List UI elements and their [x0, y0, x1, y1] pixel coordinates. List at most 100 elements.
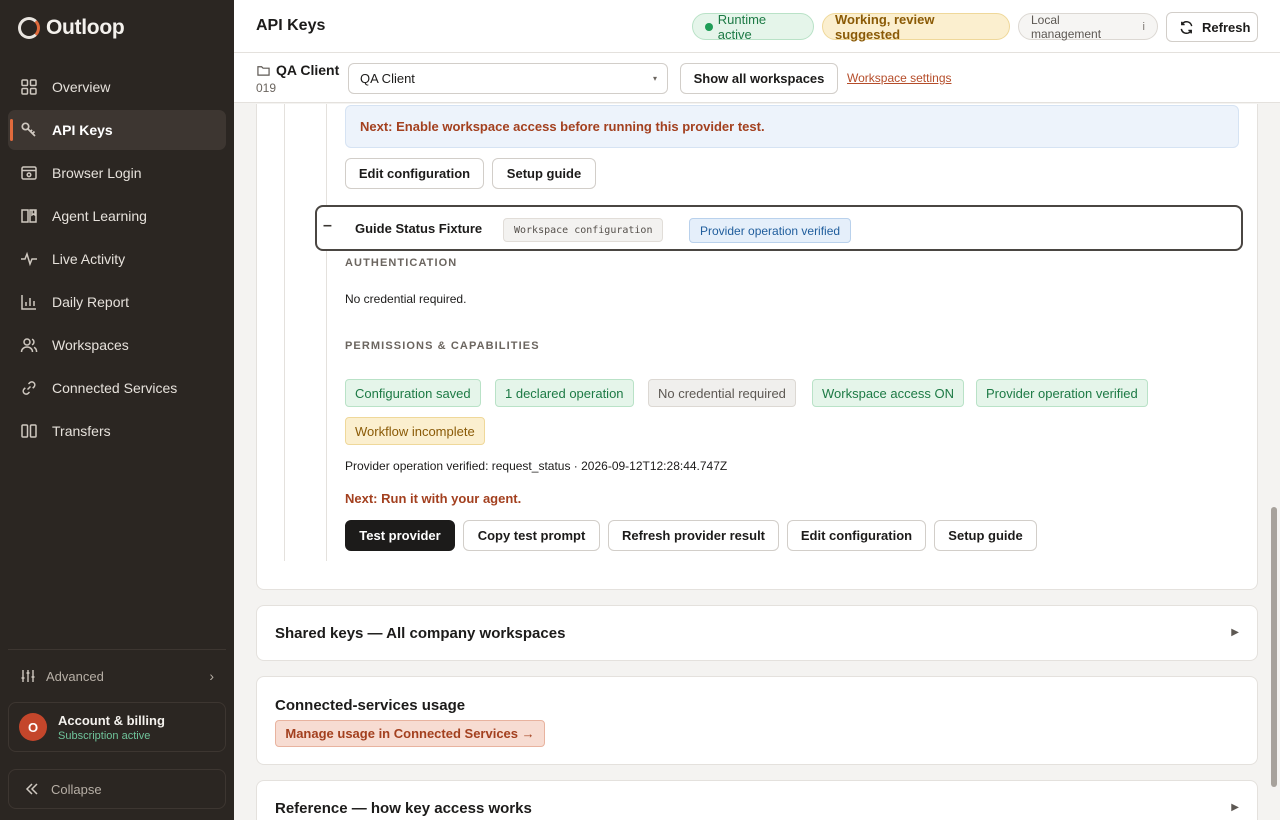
folder-icon — [257, 65, 270, 76]
tree-line — [284, 104, 285, 561]
sidebar-item-api-keys[interactable]: API Keys — [8, 110, 226, 150]
sidebar-item-transfers[interactable]: Transfers — [8, 411, 226, 451]
account-title: Account & billing — [58, 712, 165, 728]
sidebar-item-label: Transfers — [52, 423, 111, 439]
shared-keys-section[interactable]: Shared keys — All company workspaces ▶ — [256, 605, 1258, 661]
browser-icon — [20, 164, 38, 182]
sidebar-item-label: Overview — [52, 79, 111, 95]
app-logo[interactable]: Outloop — [18, 16, 125, 40]
working-status-badge[interactable]: Working, review suggested — [822, 11, 1010, 42]
next-step-text: Next: Run it with your agent. — [345, 491, 522, 506]
app-name: Outloop — [46, 16, 125, 39]
sidebar-item-overview[interactable]: Overview — [8, 67, 226, 107]
workspace-settings-link[interactable]: Workspace settings — [847, 71, 952, 85]
subscription-status: Subscription active — [58, 729, 151, 742]
users-icon — [20, 336, 38, 354]
edit-configuration-button[interactable]: Edit configuration — [787, 520, 926, 551]
sidebar-item-label: Browser Login — [52, 165, 142, 181]
book-icon — [20, 207, 38, 225]
grid-icon — [20, 78, 38, 96]
avatar: O — [19, 713, 47, 741]
verification-line: Provider operation verified: request_sta… — [345, 459, 728, 473]
sidebar-item-agent-learning[interactable]: Agent Learning — [8, 196, 226, 236]
config-source-tag: Workspace configuration — [503, 218, 664, 242]
tree-line — [326, 104, 327, 561]
sidebar-item-label: Connected Services — [52, 380, 178, 396]
usage-section: Connected-services usage Manage usage in… — [256, 676, 1258, 765]
permissions-heading: PERMISSIONS & CAPABILITIES — [345, 340, 540, 352]
setup-guide-button[interactable]: Setup guide — [934, 520, 1037, 551]
chevron-down-icon: ▾ — [652, 74, 657, 83]
authentication-text: No credential required. — [345, 292, 467, 306]
status-chip: Workspace access ON — [812, 379, 964, 407]
sidebar-item-live-activity[interactable]: Live Activity — [8, 239, 226, 279]
expand-triangle-icon: ▶ — [1231, 802, 1239, 813]
test-provider-button[interactable]: Test provider — [345, 520, 455, 551]
workspace-select-value: QA Client — [360, 71, 415, 86]
page-title: API Keys — [256, 17, 326, 34]
status-chip: Workflow incomplete — [345, 417, 485, 445]
provider-title: Guide Status Fixture — [355, 221, 483, 236]
link-icon — [20, 379, 38, 397]
edit-configuration-button[interactable]: Edit configuration — [345, 158, 484, 189]
workspace-name: QA Client — [257, 62, 339, 78]
workspace-select[interactable]: QA Client ▾ — [348, 63, 668, 94]
refresh-button[interactable]: Refresh — [1166, 12, 1258, 42]
sidebar-item-label: Daily Report — [52, 294, 130, 310]
local-management-badge[interactable]: Local management i — [1018, 12, 1158, 41]
sliders-icon — [20, 668, 36, 684]
sidebar-divider — [8, 649, 226, 650]
sidebar-item-label: Live Activity — [52, 251, 126, 267]
workspace-bar: QA Client 019 QA Client ▾ Show all works… — [234, 53, 1280, 103]
section-title: Reference — how key access works — [275, 799, 532, 817]
advanced-label: Advanced — [46, 668, 104, 684]
sidebar-nav: Overview API Keys Browser Login Agent Le… — [8, 67, 226, 454]
scrollbar-thumb[interactable] — [1271, 507, 1277, 787]
status-chip: Provider operation verified — [976, 379, 1148, 407]
top-bar: API Keys Runtime active Working, review … — [234, 0, 1280, 53]
sidebar-item-browser-login[interactable]: Browser Login — [8, 153, 226, 193]
authentication-heading: AUTHENTICATION — [345, 257, 458, 269]
manage-usage-link[interactable]: Manage usage in Connected Services → — [275, 720, 545, 747]
setup-guide-button[interactable]: Setup guide — [492, 158, 596, 189]
workspace-id: 019 — [256, 81, 277, 95]
sidebar-item-daily-report[interactable]: Daily Report — [8, 282, 226, 322]
refresh-icon — [1180, 20, 1193, 34]
show-all-workspaces-button[interactable]: Show all workspaces — [680, 63, 838, 94]
refresh-label: Refresh — [1202, 19, 1251, 35]
refresh-provider-result-button[interactable]: Refresh provider result — [608, 520, 779, 551]
provider-header[interactable]: – Guide Status Fixture Workspace configu… — [315, 205, 1243, 251]
transfer-icon — [20, 422, 38, 440]
section-title: Shared keys — All company workspaces — [275, 624, 566, 642]
chevron-right-icon: › — [209, 668, 214, 684]
verified-badge: Provider operation verified — [689, 218, 852, 243]
status-chip: No credential required — [648, 379, 796, 407]
status-chip: Configuration saved — [345, 379, 481, 407]
workspace-name-label: QA Client — [276, 62, 340, 78]
section-title: Connected-services usage — [275, 697, 466, 714]
status-dot-icon — [705, 22, 713, 31]
sidebar-item-label: Agent Learning — [52, 208, 147, 224]
status-chip: 1 declared operation — [495, 379, 634, 407]
sidebar-item-connected-services[interactable]: Connected Services — [8, 368, 226, 408]
key-icon — [20, 121, 38, 139]
advanced-toggle[interactable]: Advanced › — [8, 662, 226, 690]
collapse-label: Collapse — [51, 781, 102, 797]
info-icon: i — [1142, 20, 1145, 33]
account-billing[interactable]: O Account & billing Subscription active — [8, 702, 226, 752]
runtime-status-label: Runtime active — [717, 11, 767, 42]
sidebar-item-label: Workspaces — [52, 337, 129, 353]
runtime-status-badge: Runtime active — [692, 11, 814, 42]
sidebar-item-label: API Keys — [52, 122, 113, 138]
logo-icon — [18, 17, 40, 39]
local-management-label: Local management — [1031, 12, 1102, 41]
working-status-label: Working, review suggested — [835, 11, 935, 42]
sidebar-item-workspaces[interactable]: Workspaces — [8, 325, 226, 365]
reference-section[interactable]: Reference — how key access works ▶ — [256, 780, 1258, 820]
collapse-toggle-icon[interactable]: – — [323, 217, 332, 235]
pulse-icon — [20, 250, 38, 268]
main-content: Next: Enable workspace access before run… — [234, 104, 1280, 820]
copy-test-prompt-button[interactable]: Copy test prompt — [463, 520, 600, 551]
collapse-button[interactable]: Collapse — [8, 769, 226, 809]
double-chevron-left-icon — [25, 782, 39, 796]
